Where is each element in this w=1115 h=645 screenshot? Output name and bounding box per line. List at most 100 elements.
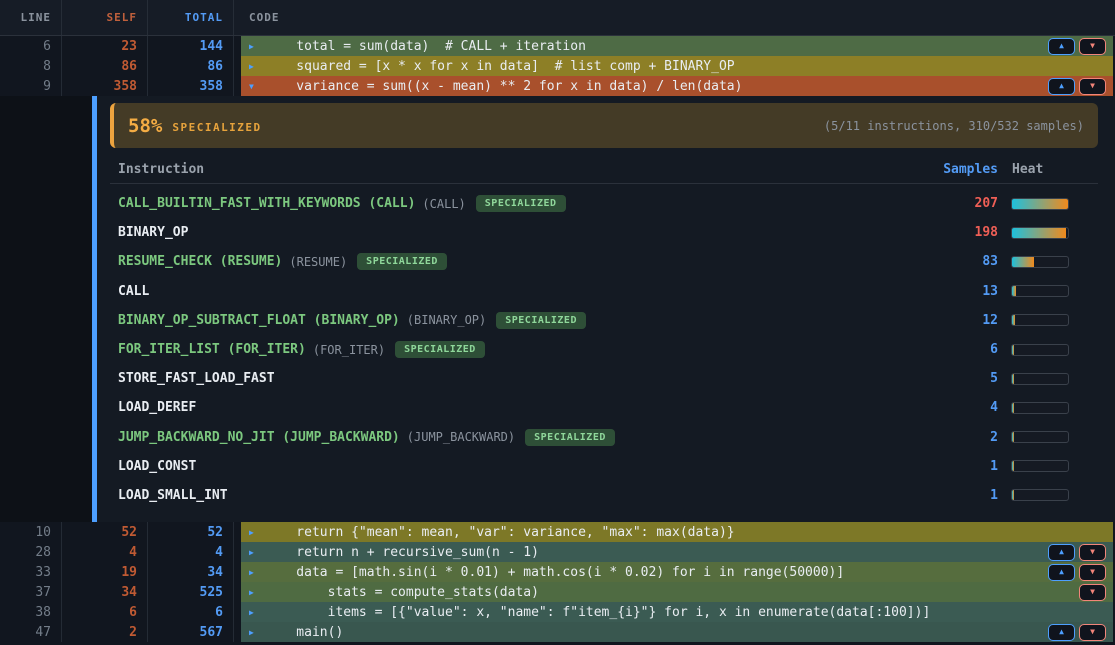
code-line-row: 6 23 144 ▶ total = sum(data) # CALL + it… — [0, 36, 1115, 56]
heat-bar — [1011, 373, 1098, 385]
collapse-arrow-icon[interactable]: ▼ — [249, 82, 265, 91]
heat-bar — [1011, 489, 1098, 501]
heat-bar — [1011, 431, 1098, 443]
heat-bar-fill — [1012, 432, 1014, 442]
heat-bar-fill — [1012, 199, 1068, 209]
jump-down-button[interactable]: ▼ — [1079, 78, 1106, 95]
sample-count: 2 — [891, 430, 1011, 445]
specialized-percent: 58% — [128, 115, 162, 137]
code-line-row: 28 4 4 ▶ return n + recursive_sum(n - 1)… — [0, 542, 1115, 562]
code-heat-cell[interactable]: ▶ return n + recursive_sum(n - 1) ▲ ▼ — [241, 542, 1113, 562]
opcode-family: (BINARY_OP) — [407, 313, 486, 327]
heat-bar-fill — [1012, 374, 1014, 384]
jump-up-button[interactable]: ▲ — [1048, 38, 1075, 55]
source-code: data = [math.sin(i * 0.01) + math.cos(i … — [265, 565, 844, 580]
header-samples[interactable]: Samples — [891, 162, 1011, 177]
jump-up-button[interactable]: ▲ — [1048, 78, 1075, 95]
self-samples: 23 — [62, 36, 148, 56]
heat-bar-fill — [1012, 345, 1014, 355]
line-number: 8 — [0, 56, 62, 76]
specialized-badge: SPECIALIZED — [496, 312, 586, 329]
opcode-name: LOAD_CONST — [118, 459, 196, 474]
source-code: main() — [265, 625, 343, 640]
instruction-row: BINARY_OP 198 — [110, 218, 1098, 247]
expand-arrow-icon[interactable]: ▶ — [249, 42, 265, 51]
expand-arrow-icon[interactable]: ▶ — [249, 528, 265, 537]
source-code: total = sum(data) # CALL + iteration — [265, 39, 586, 54]
heat-bar — [1011, 256, 1098, 268]
instruction-row: LOAD_CONST 1 — [110, 452, 1098, 481]
specialized-counts: (5/11 instructions, 310/532 samples) — [824, 119, 1084, 133]
opcode-name: JUMP_BACKWARD_NO_JIT (JUMP_BACKWARD) — [118, 430, 400, 445]
heat-bar-fill — [1012, 257, 1034, 267]
code-heat-cell[interactable]: ▶ total = sum(data) # CALL + iteration ▲… — [241, 36, 1113, 56]
self-samples: 34 — [62, 582, 148, 602]
total-samples: 34 — [148, 562, 234, 582]
source-code: variance = sum((x - mean) ** 2 for x in … — [265, 79, 742, 94]
expansion-accent-line — [92, 96, 97, 522]
self-samples: 52 — [62, 522, 148, 542]
code-heat-cell[interactable]: ▶ main() ▲ ▼ — [241, 622, 1113, 642]
line-number: 47 — [0, 622, 62, 642]
source-code: stats = compute_stats(data) — [265, 585, 539, 600]
jump-down-button[interactable]: ▼ — [1079, 544, 1106, 561]
expand-arrow-icon[interactable]: ▶ — [249, 628, 265, 637]
instruction-row: FOR_ITER_LIST (FOR_ITER) (FOR_ITER) SPEC… — [110, 335, 1098, 364]
heat-bar-fill — [1012, 461, 1014, 471]
expand-arrow-icon[interactable]: ▶ — [249, 62, 265, 71]
self-samples: 358 — [62, 76, 148, 96]
jump-down-button[interactable]: ▼ — [1079, 624, 1106, 641]
total-samples: 6 — [148, 602, 234, 622]
line-number: 38 — [0, 602, 62, 622]
jump-up-button[interactable]: ▲ — [1048, 544, 1075, 561]
sample-count: 83 — [891, 254, 1011, 269]
self-samples: 4 — [62, 542, 148, 562]
heat-bar-fill — [1012, 315, 1015, 325]
instruction-row: CALL 13 — [110, 277, 1098, 306]
opcode-name: BINARY_OP — [118, 225, 188, 240]
jump-up-button[interactable]: ▲ — [1048, 624, 1075, 641]
line-number: 10 — [0, 522, 62, 542]
sample-count: 6 — [891, 342, 1011, 357]
self-samples: 6 — [62, 602, 148, 622]
code-heat-cell[interactable]: ▶ data = [math.sin(i * 0.01) + math.cos(… — [241, 562, 1113, 582]
heat-bar — [1011, 460, 1098, 472]
opcode-family: (CALL) — [422, 197, 465, 211]
expand-arrow-icon[interactable]: ▶ — [249, 548, 265, 557]
source-code: squared = [x * x for x in data] # list c… — [265, 59, 735, 74]
code-line-row: 33 19 34 ▶ data = [math.sin(i * 0.01) + … — [0, 562, 1115, 582]
header-instruction: Instruction — [110, 162, 891, 177]
jump-up-button[interactable]: ▲ — [1048, 564, 1075, 581]
heat-bar — [1011, 285, 1098, 297]
code-heat-cell[interactable]: ▼ variance = sum((x - mean) ** 2 for x i… — [241, 76, 1113, 96]
heat-bar-fill — [1012, 490, 1014, 500]
code-heat-cell[interactable]: ▶ return {"mean": mean, "var": variance,… — [241, 522, 1113, 542]
profiler-app: LINE SELF TOTAL CODE 6 23 144 ▶ total = … — [0, 0, 1115, 645]
code-line-row: 38 6 6 ▶ items = [{"value": x, "name": f… — [0, 602, 1115, 622]
specialized-badge: SPECIALIZED — [525, 429, 615, 446]
self-samples: 19 — [62, 562, 148, 582]
instruction-table: Instruction Samples Heat CALL_BUILTIN_FA… — [110, 156, 1098, 510]
expand-arrow-icon[interactable]: ▶ — [249, 608, 265, 617]
jump-down-button[interactable]: ▼ — [1079, 584, 1106, 601]
code-line-row: 47 2 567 ▶ main() ▲ ▼ — [0, 622, 1115, 642]
expand-arrow-icon[interactable]: ▶ — [249, 568, 265, 577]
jump-down-button[interactable]: ▼ — [1079, 564, 1106, 581]
column-header-total: TOTAL — [148, 0, 234, 35]
code-line-row: 37 34 525 ▶ stats = compute_stats(data) … — [0, 582, 1115, 602]
opcode-name: BINARY_OP_SUBTRACT_FLOAT (BINARY_OP) — [118, 313, 400, 328]
code-line-row: 8 86 86 ▶ squared = [x * x for x in data… — [0, 56, 1115, 76]
specialization-detail-panel: 58% SPECIALIZED (5/11 instructions, 310/… — [0, 96, 1115, 522]
instruction-row: LOAD_SMALL_INT 1 — [110, 481, 1098, 510]
opcode-name: CALL_BUILTIN_FAST_WITH_KEYWORDS (CALL) — [118, 196, 415, 211]
code-heat-cell[interactable]: ▶ stats = compute_stats(data) ▼ — [241, 582, 1113, 602]
expand-arrow-icon[interactable]: ▶ — [249, 588, 265, 597]
opcode-family: (FOR_ITER) — [313, 343, 385, 357]
column-header-self: SELF — [62, 0, 148, 35]
jump-down-button[interactable]: ▼ — [1079, 38, 1106, 55]
opcode-family: (JUMP_BACKWARD) — [407, 430, 515, 444]
code-heat-cell[interactable]: ▶ squared = [x * x for x in data] # list… — [241, 56, 1113, 76]
self-samples: 2 — [62, 622, 148, 642]
line-number: 9 — [0, 76, 62, 96]
code-heat-cell[interactable]: ▶ items = [{"value": x, "name": f"item_{… — [241, 602, 1113, 622]
